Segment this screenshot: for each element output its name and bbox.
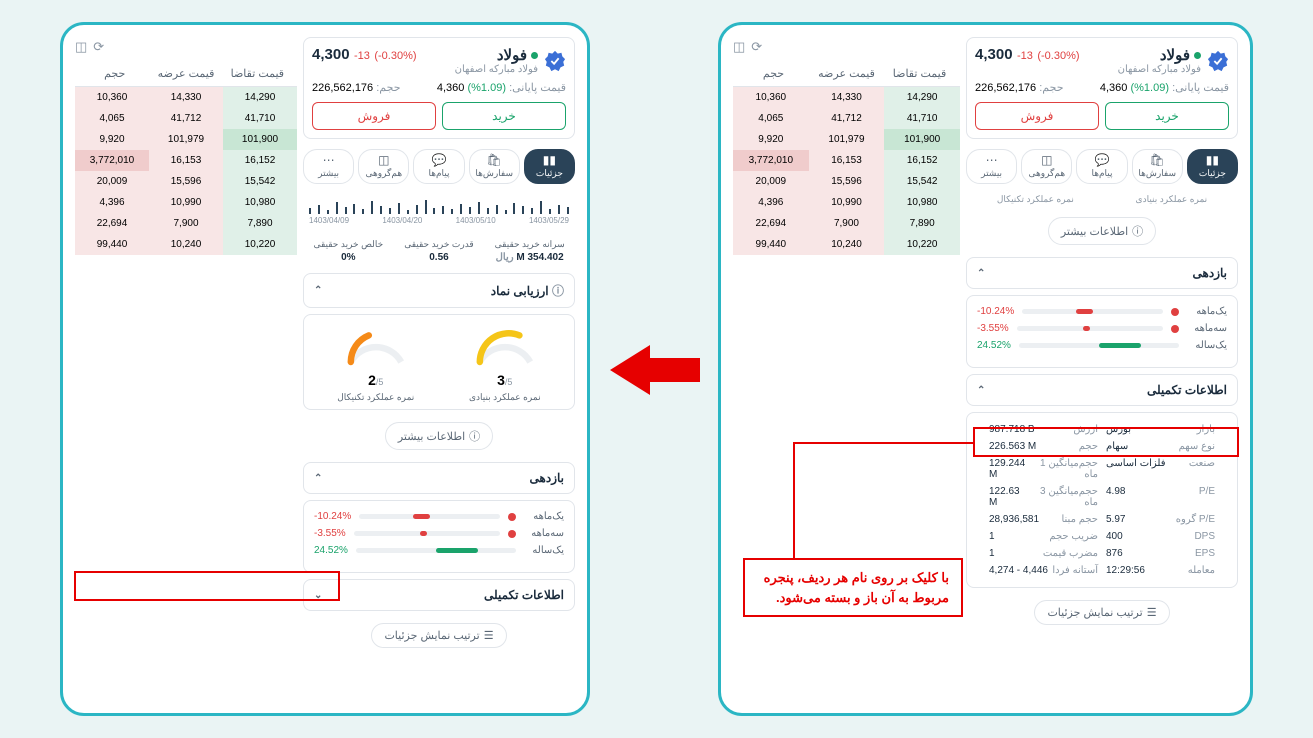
orderbook-row[interactable]: 10,98010,9904,396 <box>75 192 297 213</box>
chevron-down-icon: ⌄ <box>314 590 322 601</box>
orderbook-row[interactable]: 7,8907,90022,694 <box>733 213 960 234</box>
chevron-up-icon: ⌃ <box>977 385 985 396</box>
info-row: نوع سهمسهامحجم226.563 M <box>975 438 1229 455</box>
sell-button[interactable]: فروش <box>975 102 1099 130</box>
tab-orders[interactable]: 🛍سفارش‌ها <box>1132 149 1183 184</box>
info-row: صنعتفلزات اساسیحجم‌میانگین 1 ماه129.244 … <box>975 455 1229 483</box>
orderbook-left: ⟳◫ قیمت تقاضا قیمت عرضه حجم 14,29014,330… <box>75 37 297 701</box>
tab-more[interactable]: ⋯بیشتر <box>966 149 1017 184</box>
tab-messages[interactable]: 💬پیام‌ها <box>413 149 464 184</box>
orderbook-rows: 14,29014,33010,36041,71041,7124,065101,9… <box>733 87 960 255</box>
info-row: DPS400ضریب حجم1 <box>975 528 1229 545</box>
orderbook-row[interactable]: 10,22010,24099,440 <box>733 234 960 255</box>
eval-header[interactable]: ⓘ ارزیابی نماد⌃ <box>303 273 575 308</box>
returns-body: یک‌ماهه-10.24% سه‌ماهه-3.55% یک‌ساله24.5… <box>303 500 575 573</box>
buy-button[interactable]: خرید <box>442 102 566 130</box>
verified-icon <box>1207 50 1229 72</box>
orderbook-row[interactable]: 16,15216,1533,772,010 <box>75 150 297 171</box>
callout-box: با کلیک بر روی نام هر ردیف، پنجرهمربوط ب… <box>743 558 963 617</box>
reorder-btn[interactable]: ☰ترتیب نمایش جزئیات <box>1034 600 1169 625</box>
returns-header[interactable]: بازدهی⌃ <box>303 462 575 494</box>
gauge-technical: 2/5 نمره عملکرد تکنیکال <box>337 321 414 403</box>
dots-icon: ⋯ <box>986 154 998 166</box>
sell-button[interactable]: فروش <box>312 102 436 130</box>
info-icon: ⓘ <box>552 284 564 298</box>
status-dot <box>1194 52 1201 59</box>
info-row: P/E گروه5.97حجم مبنا28,936,581 <box>975 511 1229 528</box>
orderbook-row[interactable]: 16,15216,1533,772,010 <box>733 150 960 171</box>
gauge-fundamental: 3/5 نمره عملکرد بنیادی <box>469 321 541 403</box>
verified-icon <box>544 50 566 72</box>
col-supply: قیمت عرضه <box>810 67 883 80</box>
info-row: EPS876مضرب قیمت1 <box>975 545 1229 562</box>
price-change-pct: (-0.30%) <box>1037 50 1079 62</box>
tab-details[interactable]: ▮▮جزئیات <box>524 149 575 184</box>
chat-icon: 💬 <box>1095 154 1110 166</box>
chart-icon[interactable]: ◫ <box>733 39 745 55</box>
tab-cogroup[interactable]: ◫هم‌گروهی <box>358 149 409 184</box>
tab-more[interactable]: ⋯بیشتر <box>303 149 354 184</box>
tab-cogroup[interactable]: ◫هم‌گروهی <box>1021 149 1072 184</box>
gauges-body: 3/5 نمره عملکرد بنیادی 2/5 نمره عملکرد ت… <box>303 314 575 410</box>
info-header-collapsed[interactable]: اطلاعات تکمیلی⌄ <box>303 579 575 611</box>
info-icon: ⓘ <box>1132 223 1143 239</box>
more-info-btn[interactable]: ⓘاطلاعات بیشتر <box>1048 217 1156 245</box>
orderbook-row[interactable]: 15,54215,59620,009 <box>733 171 960 192</box>
arrow-icon <box>610 340 700 400</box>
last-price: 4,300 <box>975 46 1013 63</box>
tab-details[interactable]: ▮▮جزئیات <box>1187 149 1238 184</box>
tab-messages[interactable]: 💬پیام‌ها <box>1076 149 1127 184</box>
orderbook-rows-left: 14,29014,33010,36041,71041,7124,065101,9… <box>75 87 297 255</box>
orderbook-row[interactable]: 101,900101,9799,920 <box>75 129 297 150</box>
info-header-expanded[interactable]: اطلاعات تکمیلی⌃ <box>966 374 1238 406</box>
chart-icon[interactable]: ◫ <box>75 39 87 55</box>
orderbook-row[interactable]: 15,54215,59620,009 <box>75 171 297 192</box>
chevron-up-icon: ⌃ <box>977 268 985 279</box>
more-info-btn[interactable]: ⓘاطلاعات بیشتر <box>385 422 493 450</box>
info-row: معامله12:29:56آستانه فردا4,274 - 4,446 <box>975 562 1229 579</box>
col-demand: قیمت تقاضا <box>883 67 956 80</box>
reorder-btn[interactable]: ☰ترتیب نمایش جزئیات <box>371 623 506 648</box>
info-body: بازاربورسارزش987.718 Bنوع سهمسهامحجم226.… <box>966 412 1238 588</box>
layers-icon: ◫ <box>1041 154 1052 166</box>
table-toolbar: ⟳◫ <box>733 37 960 61</box>
info-row: بازاربورسارزش987.718 B <box>975 421 1229 438</box>
orderbook-row[interactable]: 7,8907,90022,694 <box>75 213 297 234</box>
symbol-name[interactable]: فولاد <box>1160 46 1190 64</box>
orderbook-row[interactable]: 101,900101,9799,920 <box>733 129 960 150</box>
col-vol: حجم <box>737 67 810 80</box>
tab-bar: ▮▮جزئیات 🛍سفارش‌ها 💬پیام‌ها ◫هم‌گروهی ⋯ب… <box>966 145 1238 188</box>
info-row: P/E4.98حجم‌میانگین 3 ماه122.63 M <box>975 483 1229 511</box>
callout-connector <box>793 442 973 444</box>
refresh-icon[interactable]: ⟳ <box>751 39 762 55</box>
bars-icon: ▮▮ <box>1206 154 1219 166</box>
list-icon: ☰ <box>1147 606 1157 619</box>
sparkline: 1403/04/091403/04/201403/05/101403/05/29 <box>303 194 575 229</box>
orderbook-row[interactable]: 10,22010,24099,440 <box>75 234 297 255</box>
refresh-icon[interactable]: ⟳ <box>93 39 104 55</box>
cart-icon: 🛍 <box>1150 154 1165 166</box>
returns-header[interactable]: بازدهی⌃ <box>966 257 1238 289</box>
orderbook-row[interactable]: 41,71041,7124,065 <box>75 108 297 129</box>
orderbook-row[interactable]: 14,29014,33010,360 <box>75 87 297 108</box>
orderbook-row[interactable]: 10,98010,9904,396 <box>733 192 960 213</box>
returns-body: یک‌ماهه-10.24% سه‌ماهه-3.55% یک‌ساله24.5… <box>966 295 1238 368</box>
frame-before: ⟳◫ قیمت تقاضا قیمت عرضه حجم 14,29014,330… <box>60 22 590 716</box>
metrics-row: سرانه خرید حقیقی354.402 M ریال قدرت خرید… <box>303 235 575 267</box>
price-change: -13 <box>1017 50 1033 62</box>
orderbook-row[interactable]: 41,71041,7124,065 <box>733 108 960 129</box>
buy-button[interactable]: خرید <box>1105 102 1229 130</box>
symbol-header-card: فولادفولاد مبارکه اصفهان 4,300 -13 (-0.3… <box>966 37 1238 139</box>
symbol-subtitle: فولاد مبارکه اصفهان <box>1118 64 1201 75</box>
orderbook-row[interactable]: 14,29014,33010,360 <box>733 87 960 108</box>
symbol-header-card: فولادفولاد مبارکه اصفهان 4,300 -13 (-0.3… <box>303 37 575 139</box>
tab-orders[interactable]: 🛍سفارش‌ها <box>469 149 520 184</box>
